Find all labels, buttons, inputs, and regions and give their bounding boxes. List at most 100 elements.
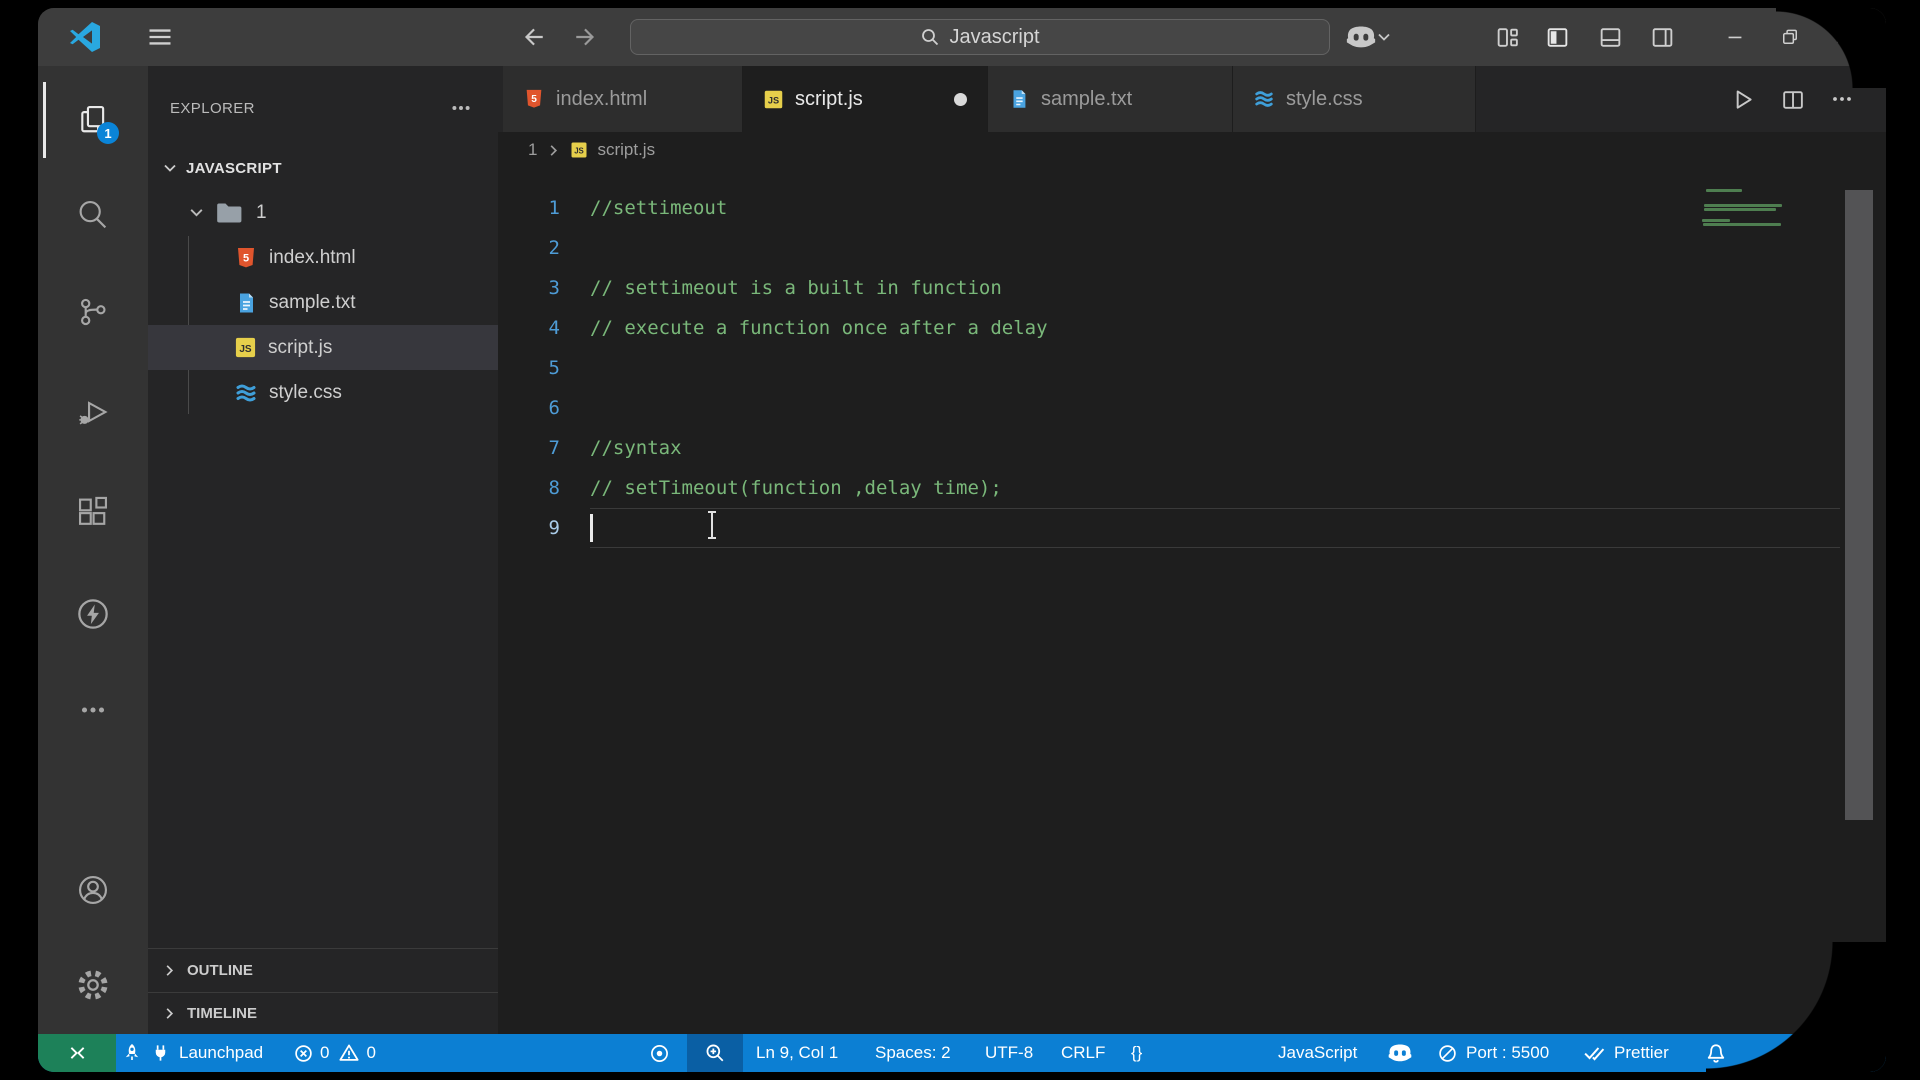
file-row-index-html[interactable]: 5 index.html <box>148 235 498 280</box>
problems-item[interactable]: 0 0 <box>294 1034 376 1072</box>
split-editor-icon <box>1780 87 1805 112</box>
file-row-script-js[interactable]: JS script.js <box>148 325 498 370</box>
arrow-forward-icon[interactable] <box>569 20 603 54</box>
eol: CRLF <box>1061 1043 1105 1063</box>
sidebar-item-explorer[interactable]: 1 <box>73 100 113 140</box>
error-count: 0 <box>320 1043 329 1063</box>
svg-text:JS: JS <box>768 95 779 105</box>
toggle-panel-icon[interactable] <box>1593 20 1627 54</box>
code-text: //syntax <box>590 428 682 468</box>
language-mode-item[interactable]: JavaScript <box>1278 1034 1357 1072</box>
file-name: script.js <box>268 337 332 359</box>
copilot-status-item[interactable] <box>1388 1034 1412 1072</box>
line-number[interactable]: 8 <box>498 468 570 508</box>
tab-script-js[interactable]: JS script.js <box>743 66 988 132</box>
code-text: // execute a function once after a delay <box>590 308 1048 348</box>
warning-count: 0 <box>366 1043 375 1063</box>
line-number[interactable]: 1 <box>498 188 570 228</box>
arrow-back-icon[interactable] <box>516 20 550 54</box>
line-number[interactable]: 7 <box>498 428 570 468</box>
search-input[interactable]: Javascript <box>630 19 1330 55</box>
encoding: UTF-8 <box>985 1043 1033 1063</box>
breadcrumb-folder[interactable]: 1 <box>528 140 537 160</box>
port-item[interactable]: Port : 5500 <box>1438 1034 1549 1072</box>
run-button[interactable] <box>1724 81 1760 117</box>
css3-icon <box>234 381 258 405</box>
code-text: //settimeout <box>590 188 727 228</box>
line-number[interactable]: 9 <box>498 508 570 548</box>
explorer-badge: 1 <box>97 122 119 144</box>
tab-label: style.css <box>1286 88 1363 111</box>
screencast-item[interactable] <box>650 1034 669 1072</box>
customize-layout-icon[interactable] <box>1490 20 1524 54</box>
explorer-more-icon[interactable] <box>450 97 472 119</box>
launchpad-item[interactable]: Launchpad <box>122 1034 263 1072</box>
menu-icon[interactable] <box>143 20 177 54</box>
sidebar-item-search[interactable] <box>73 195 113 235</box>
minimap[interactable] <box>1702 186 1792 232</box>
formatter-item[interactable]: Prettier <box>1583 1034 1669 1072</box>
status-bar: Launchpad 0 0 Ln 9, Col 1 Spaces: 2 UTF-… <box>38 1034 1886 1072</box>
line-number[interactable]: 2 <box>498 228 570 268</box>
breadcrumb-file[interactable]: script.js <box>597 140 655 160</box>
svg-text:JS: JS <box>575 146 585 155</box>
js-icon: JS <box>763 89 784 110</box>
code-line[interactable]: 6 <box>498 388 1886 428</box>
chevron-down-icon <box>188 204 205 221</box>
source-control-icon <box>75 294 111 330</box>
code-editor[interactable]: 1 //settimeout 2 3// settimeout is a buil… <box>498 168 1886 1034</box>
html5-icon: 5 <box>523 88 545 110</box>
code-line[interactable]: 3// settimeout is a built in function <box>498 268 1886 308</box>
eol-item[interactable]: CRLF <box>1061 1034 1105 1072</box>
line-number[interactable]: 4 <box>498 308 570 348</box>
encoding-item[interactable]: UTF-8 <box>985 1034 1033 1072</box>
svg-text:5: 5 <box>531 94 537 105</box>
chevron-down-icon <box>162 160 178 176</box>
code-line[interactable]: 5 <box>498 348 1886 388</box>
screen: Javascript <box>0 0 1920 1080</box>
copilot-button[interactable] <box>1338 20 1400 54</box>
timeline-section[interactable]: TIMELINE <box>148 992 498 1034</box>
more-views-button[interactable] <box>73 690 113 730</box>
account-icon <box>75 872 111 908</box>
folder-row[interactable]: 1 <box>148 190 498 235</box>
zoom-item[interactable] <box>687 1034 743 1072</box>
outline-section[interactable]: OUTLINE <box>148 948 498 992</box>
line-number[interactable]: 5 <box>498 348 570 388</box>
remote-indicator[interactable] <box>38 1034 116 1072</box>
minimize-icon[interactable] <box>1718 20 1752 54</box>
braces-icon[interactable]: {} <box>1131 1034 1142 1072</box>
workspace-row[interactable]: JAVASCRIPT <box>148 150 498 186</box>
search-icon <box>920 27 940 47</box>
cursor-position-item[interactable]: Ln 9, Col 1 <box>756 1034 838 1072</box>
settings-button[interactable] <box>73 965 113 1005</box>
tab-sample-txt[interactable]: sample.txt <box>988 66 1233 132</box>
sidebar-item-live-server[interactable] <box>73 594 113 634</box>
sidebar-item-source-control[interactable] <box>73 292 113 332</box>
modified-dot-icon[interactable] <box>954 93 967 106</box>
code-line[interactable]: 2 <box>498 228 1886 268</box>
editor-scrollbar[interactable] <box>1845 190 1873 820</box>
cursor-ibeam-icon <box>704 510 720 540</box>
launchpad-label: Launchpad <box>179 1043 263 1063</box>
tab-index-html[interactable]: 5 index.html <box>503 66 743 132</box>
indentation-item[interactable]: Spaces: 2 <box>875 1034 951 1072</box>
line-number[interactable]: 3 <box>498 268 570 308</box>
frame-corner <box>1706 942 1886 1072</box>
toggle-sidebar-icon[interactable] <box>1540 20 1574 54</box>
css3-icon <box>1253 88 1275 110</box>
tab-style-css[interactable]: style.css <box>1233 66 1476 132</box>
sidebar-item-extensions[interactable] <box>73 492 113 532</box>
line-number[interactable]: 6 <box>498 388 570 428</box>
account-button[interactable] <box>73 870 113 910</box>
file-row-sample-txt[interactable]: sample.txt <box>148 280 498 325</box>
toggle-secondary-sidebar-icon[interactable] <box>1645 20 1679 54</box>
code-line[interactable]: 7 //syntax <box>498 428 1886 468</box>
sidebar-item-run-debug[interactable] <box>73 392 113 432</box>
code-line[interactable]: 8// setTimeout(function ,delay time); <box>498 468 1886 508</box>
code-line[interactable]: 1 //settimeout <box>498 188 1886 228</box>
text-caret <box>590 514 593 542</box>
code-line[interactable]: 4 // execute a function once after a dela… <box>498 308 1886 348</box>
file-row-style-css[interactable]: style.css <box>148 370 498 415</box>
formatter-label: Prettier <box>1614 1043 1669 1063</box>
